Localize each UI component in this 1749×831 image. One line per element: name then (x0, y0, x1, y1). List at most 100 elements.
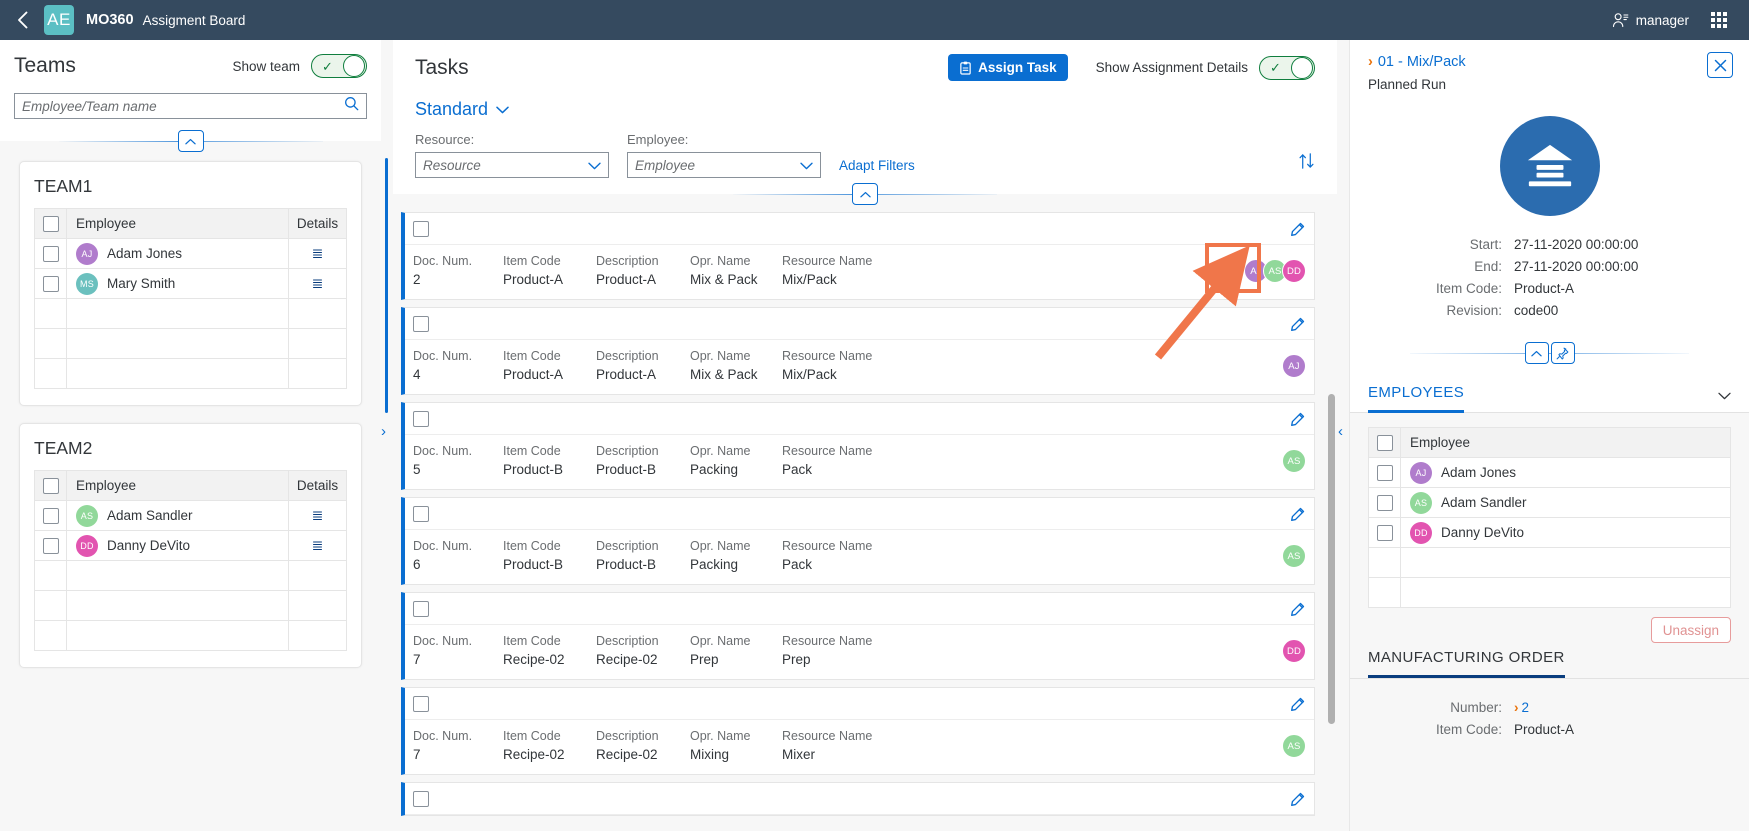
detail-header: › 01 - Mix/Pack Planned Run (1350, 40, 1749, 378)
show-assignment-details-toggle[interactable]: ✓ (1259, 56, 1315, 80)
task-label-res: Resource Name (782, 538, 902, 555)
show-team-toggle[interactable]: ✓ (311, 54, 367, 78)
task-checkbox[interactable] (413, 601, 429, 617)
task-edit-button[interactable] (1284, 691, 1310, 717)
back-button[interactable] (0, 0, 44, 40)
task-value-item: Product-B (503, 460, 592, 479)
details-list-icon[interactable]: ≣ (312, 275, 324, 291)
row-checkbox[interactable] (43, 276, 59, 292)
table-row[interactable]: MS Mary Smith ≣ (35, 269, 347, 299)
pencil-icon (1290, 412, 1305, 427)
details-list-icon[interactable]: ≣ (312, 245, 324, 261)
row-checkbox[interactable] (1377, 525, 1393, 541)
table-row[interactable]: DD Danny DeVito ≣ (35, 531, 347, 561)
row-checkbox[interactable] (1377, 495, 1393, 511)
task-edit-button[interactable] (1284, 786, 1310, 812)
unassign-button[interactable]: Unassign (1651, 617, 1731, 643)
mo-number: 2 (1522, 700, 1530, 715)
chevron-down-icon (496, 106, 509, 114)
row-checkbox[interactable] (43, 246, 59, 262)
detail-field-value: Product-A (1514, 278, 1574, 300)
row-checkbox[interactable] (43, 508, 59, 524)
tasks-detail-splitter[interactable]: ‹ (1337, 40, 1349, 831)
mo-field-key: Number: (1368, 697, 1514, 719)
details-list-icon[interactable]: ≣ (312, 537, 324, 553)
details-list-icon[interactable]: ≣ (312, 507, 324, 523)
task-card[interactable]: Doc. Num.4 Item CodeProduct-A Descriptio… (401, 307, 1315, 395)
details-cell[interactable]: ≣ (289, 269, 347, 299)
table-row[interactable]: AJ Adam Jones ≣ (35, 239, 347, 269)
select-all-checkbox[interactable] (43, 478, 59, 494)
task-card[interactable] (401, 782, 1315, 816)
detail-fields: Start: 27-11-2020 00:00:00 End: 27-11-20… (1368, 234, 1731, 322)
employee-name: Adam Jones (1441, 465, 1516, 480)
task-checkbox[interactable] (413, 791, 429, 807)
search-icon[interactable] (344, 96, 359, 116)
variant-selector[interactable]: Standard (415, 99, 1315, 120)
tasks-collapse-button[interactable] (852, 183, 878, 205)
row-checkbox[interactable] (1377, 465, 1393, 481)
splitter-expand-icon[interactable]: › (381, 423, 386, 440)
detail-collapse-button[interactable] (1525, 342, 1549, 364)
row-checkbox[interactable] (43, 538, 59, 554)
splitter-bar[interactable] (385, 158, 388, 413)
table-row-empty (35, 359, 347, 389)
resource-select[interactable]: Resource (415, 152, 609, 178)
splitter-collapse-icon[interactable]: ‹ (1338, 423, 1343, 440)
task-edit-button[interactable] (1284, 596, 1310, 622)
avatar: DD (1282, 639, 1306, 663)
task-label-opr: Opr. Name (690, 728, 778, 745)
assign-task-button[interactable]: Assign Task (948, 54, 1068, 81)
details-cell[interactable]: ≣ (289, 501, 347, 531)
employees-section-toggle[interactable] (1718, 388, 1731, 403)
task-card[interactable]: Doc. Num.7 Item CodeRecipe-02 Descriptio… (401, 687, 1315, 775)
chevron-down-icon (1718, 392, 1731, 400)
detail-close-button[interactable] (1707, 52, 1733, 78)
check-icon: ✓ (1270, 61, 1281, 74)
teams-collapse-button[interactable] (178, 130, 204, 152)
task-edit-button[interactable] (1284, 501, 1310, 527)
row-select-cell (1369, 458, 1401, 488)
select-all-checkbox[interactable] (43, 216, 59, 232)
user-menu[interactable]: manager (1596, 12, 1705, 29)
task-card[interactable]: Doc. Num.6 Item CodeProduct-B Descriptio… (401, 497, 1315, 585)
teams-tasks-splitter[interactable]: › (381, 40, 393, 831)
task-card[interactable]: Doc. Num.2 Item CodeProduct-A Descriptio… (401, 212, 1315, 300)
app-switcher-icon[interactable] (1705, 12, 1735, 28)
detail-pin-button[interactable] (1551, 342, 1575, 364)
tasks-scrollbar-thumb[interactable] (1328, 394, 1335, 724)
table-row[interactable]: AJ Adam Jones (1369, 458, 1731, 488)
task-edit-button[interactable] (1284, 406, 1310, 432)
task-checkbox[interactable] (413, 316, 429, 332)
task-checkbox[interactable] (413, 506, 429, 522)
sort-button[interactable] (1298, 152, 1315, 178)
select-all-checkbox[interactable] (1377, 435, 1393, 451)
table-row[interactable]: AS Adam Sandler (1369, 488, 1731, 518)
details-cell[interactable]: ≣ (289, 239, 347, 269)
task-card-body: Doc. Num.5 Item CodeProduct-B Descriptio… (405, 435, 1314, 489)
task-checkbox[interactable] (413, 696, 429, 712)
team-search-box[interactable] (14, 93, 367, 119)
task-field-doc: Doc. Num.5 (413, 443, 499, 479)
table-row[interactable]: DD Danny DeVito (1369, 518, 1731, 548)
table-row[interactable]: AS Adam Sandler ≣ (35, 501, 347, 531)
task-checkbox[interactable] (413, 411, 429, 427)
task-value-desc: Recipe-02 (596, 745, 686, 764)
detail-breadcrumb[interactable]: › 01 - Mix/Pack (1368, 54, 1731, 70)
show-assignment-details-label: Show Assignment Details (1096, 60, 1248, 75)
task-card[interactable]: Doc. Num.7 Item CodeRecipe-02 Descriptio… (401, 592, 1315, 680)
teams-list: TEAM1 Employee Details (0, 141, 381, 831)
task-label-doc: Doc. Num. (413, 253, 499, 270)
task-edit-button[interactable] (1284, 311, 1310, 337)
team-search-input[interactable] (22, 99, 344, 114)
task-card[interactable]: Doc. Num.5 Item CodeProduct-B Descriptio… (401, 402, 1315, 490)
mo-field-value[interactable]: ›2 (1514, 697, 1529, 719)
task-edit-button[interactable] (1284, 216, 1310, 242)
employee-select[interactable]: Employee (627, 152, 821, 178)
task-card-body: Doc. Num.6 Item CodeProduct-B Descriptio… (405, 530, 1314, 584)
tasks-scrollbar[interactable] (1328, 394, 1335, 724)
header-actions: manager (1596, 12, 1749, 29)
task-checkbox[interactable] (413, 221, 429, 237)
details-cell[interactable]: ≣ (289, 531, 347, 561)
adapt-filters-link[interactable]: Adapt Filters (839, 158, 915, 178)
